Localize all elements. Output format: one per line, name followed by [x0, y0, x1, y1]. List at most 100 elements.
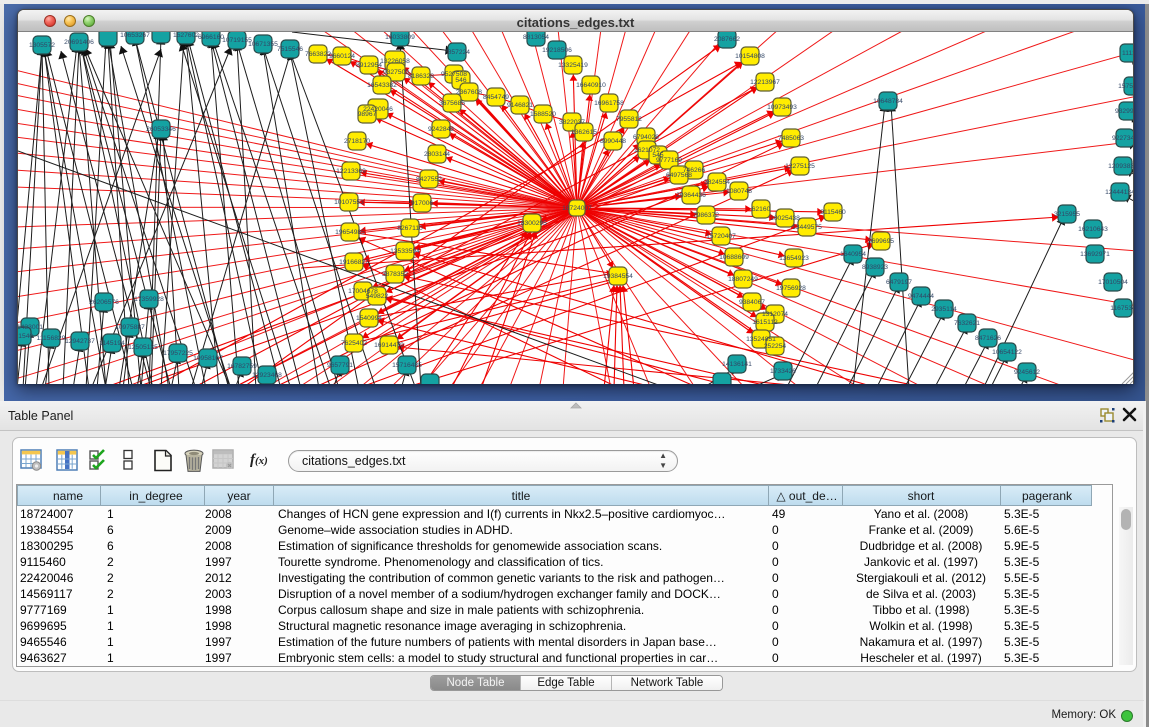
svg-text:10025438: 10025438	[770, 215, 800, 222]
svg-text:10975887: 10975887	[115, 324, 145, 331]
svg-text:3824554: 3824554	[704, 179, 730, 186]
svg-text:2803144: 2803144	[424, 151, 450, 158]
svg-text:2367608: 2367608	[456, 89, 482, 96]
svg-text:16914479: 16914479	[374, 342, 404, 349]
svg-text:252254: 252254	[764, 343, 787, 350]
svg-text:8186328: 8186328	[408, 73, 434, 80]
svg-text:19384554: 19384554	[603, 273, 633, 280]
svg-text:8813054: 8813054	[523, 34, 549, 41]
svg-text:7857224: 7857224	[444, 49, 470, 56]
svg-text:12275125: 12275125	[785, 163, 815, 170]
svg-text:1312074: 1312074	[762, 311, 788, 318]
svg-text:26053346: 26053346	[146, 126, 176, 133]
svg-text:9242848: 9242848	[428, 126, 454, 133]
svg-text:10648784: 10648784	[873, 98, 903, 105]
svg-text:12444134: 12444134	[1105, 189, 1133, 196]
svg-text:8267110: 8267110	[397, 225, 423, 232]
svg-text:10688609: 10688609	[719, 254, 749, 261]
svg-text:9384067: 9384067	[739, 299, 765, 306]
svg-text:1588520: 1588520	[530, 111, 556, 118]
svg-text:9227342: 9227342	[1112, 135, 1133, 142]
svg-text:7986372: 7986372	[693, 212, 719, 219]
svg-text:13449575: 13449575	[792, 224, 822, 231]
svg-text:8990448: 8990448	[600, 138, 626, 145]
svg-text:9777169: 9777169	[656, 157, 682, 164]
svg-text:1145194: 1145194	[99, 340, 125, 347]
svg-text:1527602: 1527602	[173, 32, 199, 39]
svg-text:3215955: 3215955	[1054, 211, 1080, 218]
svg-text:17957225: 17957225	[163, 350, 193, 357]
svg-text:17359928: 17359928	[134, 296, 164, 303]
svg-text:9146821: 9146821	[507, 102, 533, 109]
svg-text:8454749: 8454749	[483, 94, 509, 101]
svg-text:12213369: 12213369	[336, 168, 366, 175]
svg-text:16640910: 16640910	[576, 82, 606, 89]
svg-text:8912954: 8912954	[356, 62, 382, 69]
svg-text:1112: 1112	[1122, 50, 1133, 57]
svg-text:10107553: 10107553	[334, 199, 364, 206]
svg-text:1305572: 1305572	[29, 42, 55, 49]
svg-text:7632621: 7632621	[954, 320, 980, 327]
svg-text:12505135: 12505135	[128, 344, 158, 351]
svg-text:7515546: 7515546	[277, 46, 303, 53]
svg-text:7663822: 7663822	[305, 51, 331, 58]
svg-text:1433001: 1433001	[18, 324, 43, 331]
svg-text:3822037: 3822037	[559, 119, 585, 126]
svg-text:9245612: 9245612	[1014, 369, 1040, 376]
svg-text:20364436: 20364436	[676, 192, 706, 199]
svg-text:10654122: 10654122	[992, 349, 1022, 356]
svg-text:1362615: 1362615	[571, 129, 597, 136]
svg-text:13325419: 13325419	[558, 62, 588, 69]
svg-text:16033809: 16033809	[385, 34, 415, 41]
svg-text:546: 546	[455, 77, 466, 84]
svg-text:2935114: 2935114	[931, 306, 957, 313]
svg-text:1615112: 1615112	[752, 319, 778, 326]
svg-text:10154808: 10154808	[735, 53, 765, 60]
svg-text:8471626: 8471626	[975, 335, 1001, 342]
svg-text:7625402: 7625402	[341, 340, 367, 347]
svg-text:11156829: 11156829	[37, 335, 66, 342]
svg-text:8938923: 8938923	[862, 264, 888, 271]
svg-text:98967: 98967	[358, 111, 377, 118]
svg-text:13654923: 13654923	[779, 255, 809, 262]
svg-text:1540994: 1540994	[356, 315, 382, 322]
svg-text:14136141: 14136141	[722, 361, 752, 368]
svg-text:13533594: 13533594	[390, 248, 420, 255]
svg-text:62160: 62160	[752, 206, 771, 213]
svg-text:9474444: 9474444	[908, 293, 934, 300]
svg-text:19756928: 19756928	[776, 285, 806, 292]
svg-text:10653267: 10653267	[120, 32, 150, 39]
svg-text:18807249: 18807249	[728, 276, 758, 283]
svg-text:9657791: 9657791	[327, 362, 353, 369]
svg-text:10958107: 10958107	[193, 355, 223, 362]
svg-text:9329996: 9329996	[1115, 108, 1133, 115]
svg-text:6966160: 6966160	[198, 34, 224, 41]
svg-text:1640954: 1640954	[840, 251, 866, 258]
svg-text:1167534: 1167534	[1110, 305, 1133, 312]
svg-text:15720407: 15720407	[706, 233, 736, 240]
svg-text:13226058: 13226058	[380, 58, 410, 65]
svg-text:26206576: 26206576	[89, 299, 119, 306]
svg-text:1733426: 1733426	[770, 368, 796, 375]
svg-text:12093832: 12093832	[1108, 163, 1133, 170]
svg-text:13524851: 13524851	[746, 336, 776, 343]
svg-text:10973493: 10973493	[767, 104, 797, 111]
svg-text:9327509: 9327509	[383, 69, 409, 76]
svg-text:16210643: 16210643	[1078, 226, 1108, 233]
svg-text:8427552: 8427552	[416, 176, 442, 183]
svg-text:19166827: 19166827	[339, 259, 369, 266]
svg-text:12213967: 12213967	[750, 79, 780, 86]
svg-text:18724007: 18724007	[562, 205, 592, 212]
svg-text:17010504: 17010504	[1098, 279, 1128, 286]
svg-text:19218506: 19218506	[542, 47, 572, 54]
svg-text:3675685: 3675685	[439, 100, 465, 107]
svg-text:991540: 991540	[18, 333, 33, 340]
svg-text:2718170: 2718170	[344, 138, 370, 145]
svg-text:16782759: 16782759	[227, 363, 257, 370]
svg-text:6497568: 6497568	[666, 172, 692, 179]
svg-text:7485063: 7485063	[778, 135, 804, 142]
svg-text:20691406: 20691406	[64, 39, 94, 46]
svg-text:19654985: 19654985	[335, 229, 365, 236]
svg-text:12923468: 12923468	[252, 372, 282, 379]
svg-text:6794028: 6794028	[633, 134, 659, 141]
